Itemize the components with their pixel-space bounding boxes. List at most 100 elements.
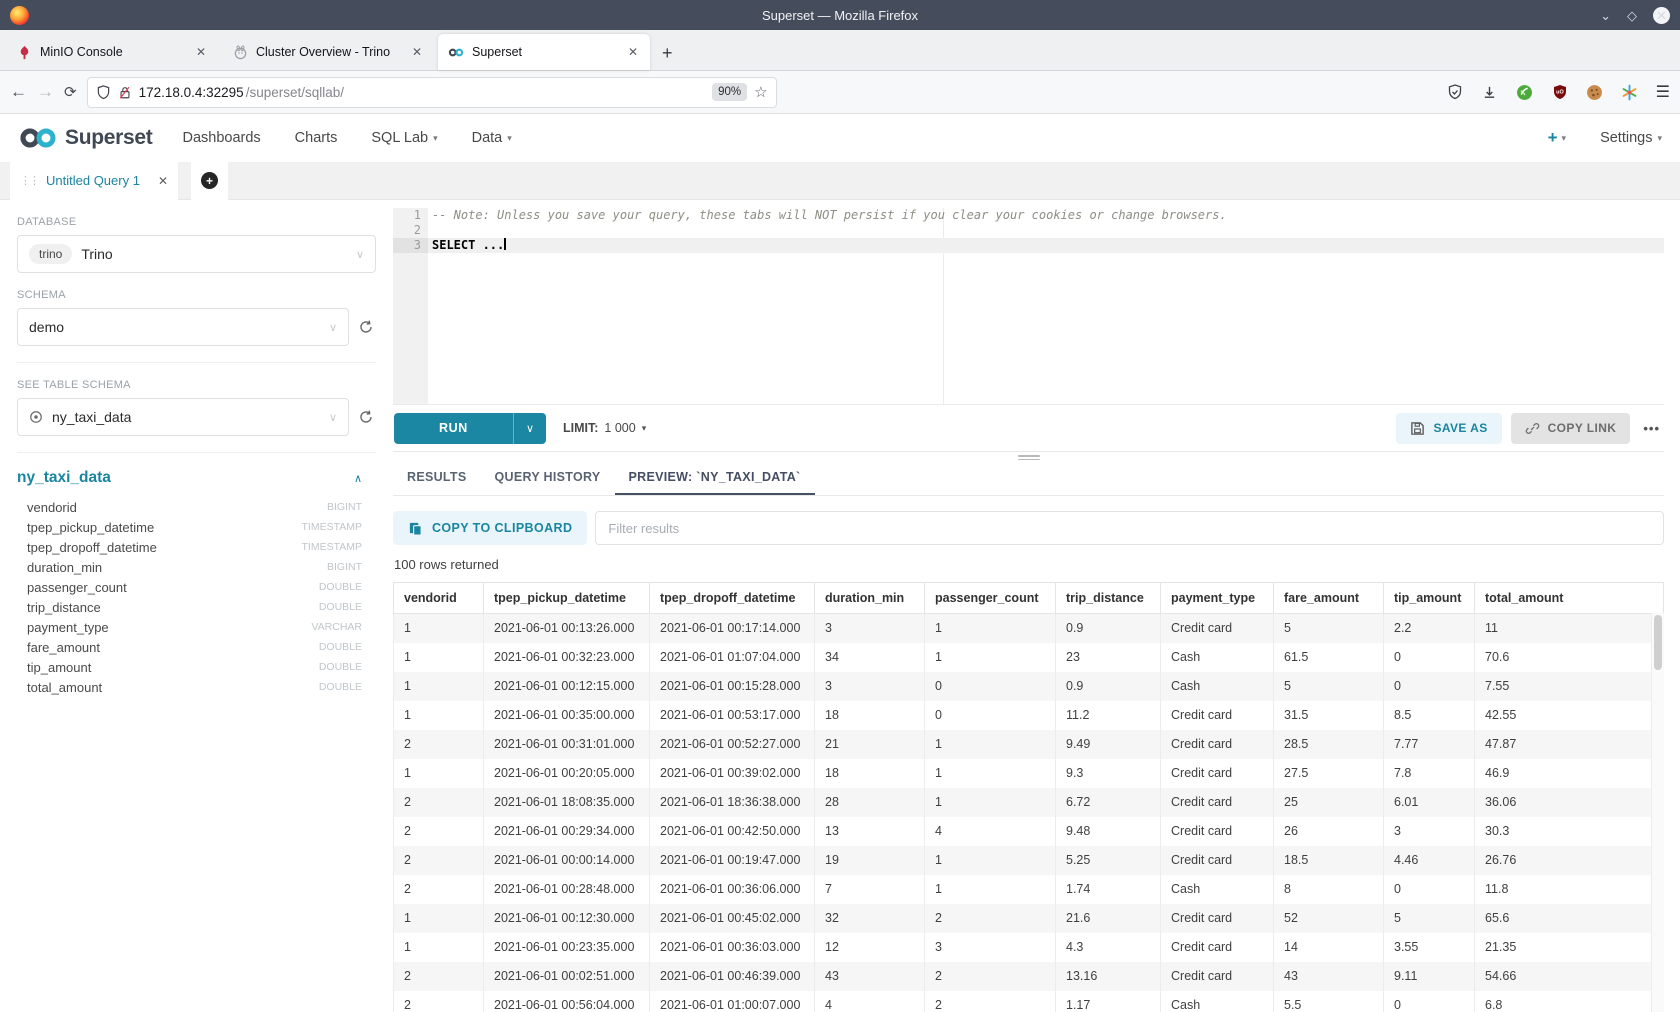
grid-scrollbar[interactable] xyxy=(1651,613,1664,1012)
pane-splitter[interactable] xyxy=(393,451,1664,460)
window-minimize-icon[interactable]: ⌄ xyxy=(1600,9,1611,22)
table-row[interactable]: 22021-06-01 00:56:04.0002021-06-01 01:00… xyxy=(394,991,1664,1012)
window-close-icon[interactable]: ✕ xyxy=(1653,7,1670,24)
browser-tab-superset[interactable]: Superset✕ xyxy=(438,34,650,70)
column-name: tpep_pickup_datetime xyxy=(27,520,154,535)
column-header-payment_type[interactable]: payment_type xyxy=(1161,583,1274,614)
column-header-tpep_pickup_datetime[interactable]: tpep_pickup_datetime xyxy=(484,583,650,614)
nav-item-label: Data xyxy=(472,130,503,146)
add-query-tab-button[interactable]: + xyxy=(191,162,228,200)
url-bar[interactable]: 172.18.0.4:32295/superset/sqllab/ 90% ☆ xyxy=(87,77,777,108)
drag-handle-icon[interactable]: ⋮⋮ xyxy=(20,174,38,187)
table-cell: 43 xyxy=(815,962,925,991)
column-header-fare_amount[interactable]: fare_amount xyxy=(1274,583,1384,614)
table-row[interactable]: 22021-06-01 00:02:51.0002021-06-01 00:46… xyxy=(394,962,1664,991)
cookie-extension-icon[interactable] xyxy=(1586,83,1604,101)
protections-shield-icon[interactable] xyxy=(1446,83,1464,101)
downloads-icon[interactable] xyxy=(1481,83,1499,101)
table-cell: 1 xyxy=(394,672,484,701)
filter-results-input[interactable] xyxy=(595,511,1664,545)
superset-favicon-icon xyxy=(448,44,464,60)
refresh-schemas-icon[interactable] xyxy=(358,319,376,335)
superset-logo[interactable]: Superset xyxy=(18,126,152,150)
nav-item-data[interactable]: Data▾ xyxy=(472,130,512,146)
table-row[interactable]: 12021-06-01 00:32:23.0002021-06-01 01:07… xyxy=(394,643,1664,672)
column-header-tpep_dropoff_datetime[interactable]: tpep_dropoff_datetime xyxy=(650,583,815,614)
table-row[interactable]: 22021-06-01 00:28:48.0002021-06-01 00:36… xyxy=(394,875,1664,904)
shield-icon[interactable] xyxy=(96,85,111,100)
menu-icon[interactable]: ☰ xyxy=(1656,82,1670,102)
table-cell: 2021-06-01 00:17:14.000 xyxy=(650,614,815,643)
table-cell: 1 xyxy=(925,643,1056,672)
column-header-trip_distance[interactable]: trip_distance xyxy=(1056,583,1161,614)
sql-editor[interactable]: 1-- Note: Unless you save your query, th… xyxy=(393,208,1664,405)
table-cell: 43 xyxy=(1274,962,1384,991)
table-row[interactable]: 12021-06-01 00:23:35.0002021-06-01 00:36… xyxy=(394,933,1664,962)
url-path: /superset/sqllab/ xyxy=(246,85,344,100)
results-tab-results[interactable]: RESULTS xyxy=(393,460,481,495)
ublock-icon[interactable]: uO xyxy=(1551,83,1569,101)
collapse-chevron-icon[interactable]: ∧ xyxy=(354,472,362,485)
table-row[interactable]: 12021-06-01 00:12:15.0002021-06-01 00:15… xyxy=(394,672,1664,701)
table-row[interactable]: 22021-06-01 00:31:01.0002021-06-01 00:52… xyxy=(394,730,1664,759)
tab-close-icon[interactable]: ✕ xyxy=(626,45,640,59)
brand-name: Superset xyxy=(65,126,152,150)
results-tab-query-history[interactable]: QUERY HISTORY xyxy=(481,460,615,495)
svg-text:uO: uO xyxy=(1556,90,1564,96)
copy-link-button[interactable]: COPY LINK xyxy=(1511,413,1631,444)
query-tab[interactable]: ⋮⋮ Untitled Query 1 ✕ xyxy=(10,162,178,200)
table-row[interactable]: 22021-06-01 00:00:14.0002021-06-01 00:19… xyxy=(394,846,1664,875)
table-row[interactable]: 12021-06-01 00:13:26.0002021-06-01 00:17… xyxy=(394,614,1664,643)
column-name: total_amount xyxy=(27,680,102,695)
copy-icon xyxy=(408,521,423,536)
line-text: -- Note: Unless you save your query, the… xyxy=(428,208,1227,223)
database-select[interactable]: trino Trino ∨ xyxy=(17,235,376,273)
browser-tab-minio[interactable]: MinIO Console✕ xyxy=(6,34,218,70)
sparkle-extension-icon[interactable] xyxy=(1621,83,1639,101)
save-as-button[interactable]: SAVE AS xyxy=(1396,413,1501,444)
table-row[interactable]: 12021-06-01 00:12:30.0002021-06-01 00:45… xyxy=(394,904,1664,933)
reload-button[interactable]: ⟳ xyxy=(64,83,77,101)
nav-item-sql-lab[interactable]: SQL Lab▾ xyxy=(371,130,437,146)
results-tab-preview[interactable]: PREVIEW: `NY_TAXI_DATA` xyxy=(615,460,815,495)
run-options-caret-icon[interactable]: ∨ xyxy=(513,413,546,444)
table-row[interactable]: 12021-06-01 00:35:00.0002021-06-01 00:53… xyxy=(394,701,1664,730)
column-header-passenger_count[interactable]: passenger_count xyxy=(925,583,1056,614)
table-cell: 2 xyxy=(394,875,484,904)
new-tab-button[interactable]: + xyxy=(650,43,685,70)
tab-close-icon[interactable]: ✕ xyxy=(410,45,424,59)
window-titlebar: Superset — Mozilla Firefox ⌄ ◇ ✕ xyxy=(0,0,1680,30)
more-options-button[interactable]: ••• xyxy=(1639,421,1664,436)
tab-close-icon[interactable]: ✕ xyxy=(194,45,208,59)
add-new-button[interactable]: +▾ xyxy=(1548,128,1566,148)
table-row[interactable]: 12021-06-01 00:20:05.0002021-06-01 00:39… xyxy=(394,759,1664,788)
window-maximize-icon[interactable]: ◇ xyxy=(1627,9,1637,22)
table-row[interactable]: 22021-06-01 00:29:34.0002021-06-01 00:42… xyxy=(394,817,1664,846)
extension-green-icon[interactable] xyxy=(1516,83,1534,101)
page-zoom-badge[interactable]: 90% xyxy=(712,83,747,101)
column-header-tip_amount[interactable]: tip_amount xyxy=(1384,583,1475,614)
run-query-button[interactable]: RUN ∨ xyxy=(394,413,546,444)
forward-button[interactable]: → xyxy=(37,82,54,102)
table-cell: 21.35 xyxy=(1475,933,1664,962)
refresh-tables-icon[interactable] xyxy=(358,409,376,425)
column-header-vendorid[interactable]: vendorid xyxy=(394,583,484,614)
browser-tab-trino[interactable]: Cluster Overview - Trino✕ xyxy=(222,34,434,70)
nav-item-charts[interactable]: Charts xyxy=(295,130,338,146)
table-cell: 2021-06-01 01:00:07.000 xyxy=(650,991,815,1012)
nav-item-dashboards[interactable]: Dashboards xyxy=(182,130,260,146)
column-header-duration_min[interactable]: duration_min xyxy=(815,583,925,614)
column-header-total_amount[interactable]: total_amount xyxy=(1475,583,1664,614)
schema-table-name[interactable]: ny_taxi_data xyxy=(17,469,111,487)
insecure-lock-icon[interactable] xyxy=(118,85,132,100)
bookmark-star-icon[interactable]: ☆ xyxy=(754,83,767,101)
back-button[interactable]: ← xyxy=(10,82,27,102)
schema-column-row: total_amountDOUBLE xyxy=(17,677,376,697)
limit-dropdown[interactable]: LIMIT: 1 000 ▾ xyxy=(563,421,646,435)
table-row[interactable]: 22021-06-01 18:08:35.0002021-06-01 18:36… xyxy=(394,788,1664,817)
copy-to-clipboard-button[interactable]: COPY TO CLIPBOARD xyxy=(393,511,587,545)
query-tab-close-icon[interactable]: ✕ xyxy=(158,174,168,188)
settings-menu[interactable]: Settings▾ xyxy=(1600,130,1662,146)
schema-select[interactable]: demo ∨ xyxy=(17,308,349,346)
table-select[interactable]: ny_taxi_data ∨ xyxy=(17,398,349,436)
